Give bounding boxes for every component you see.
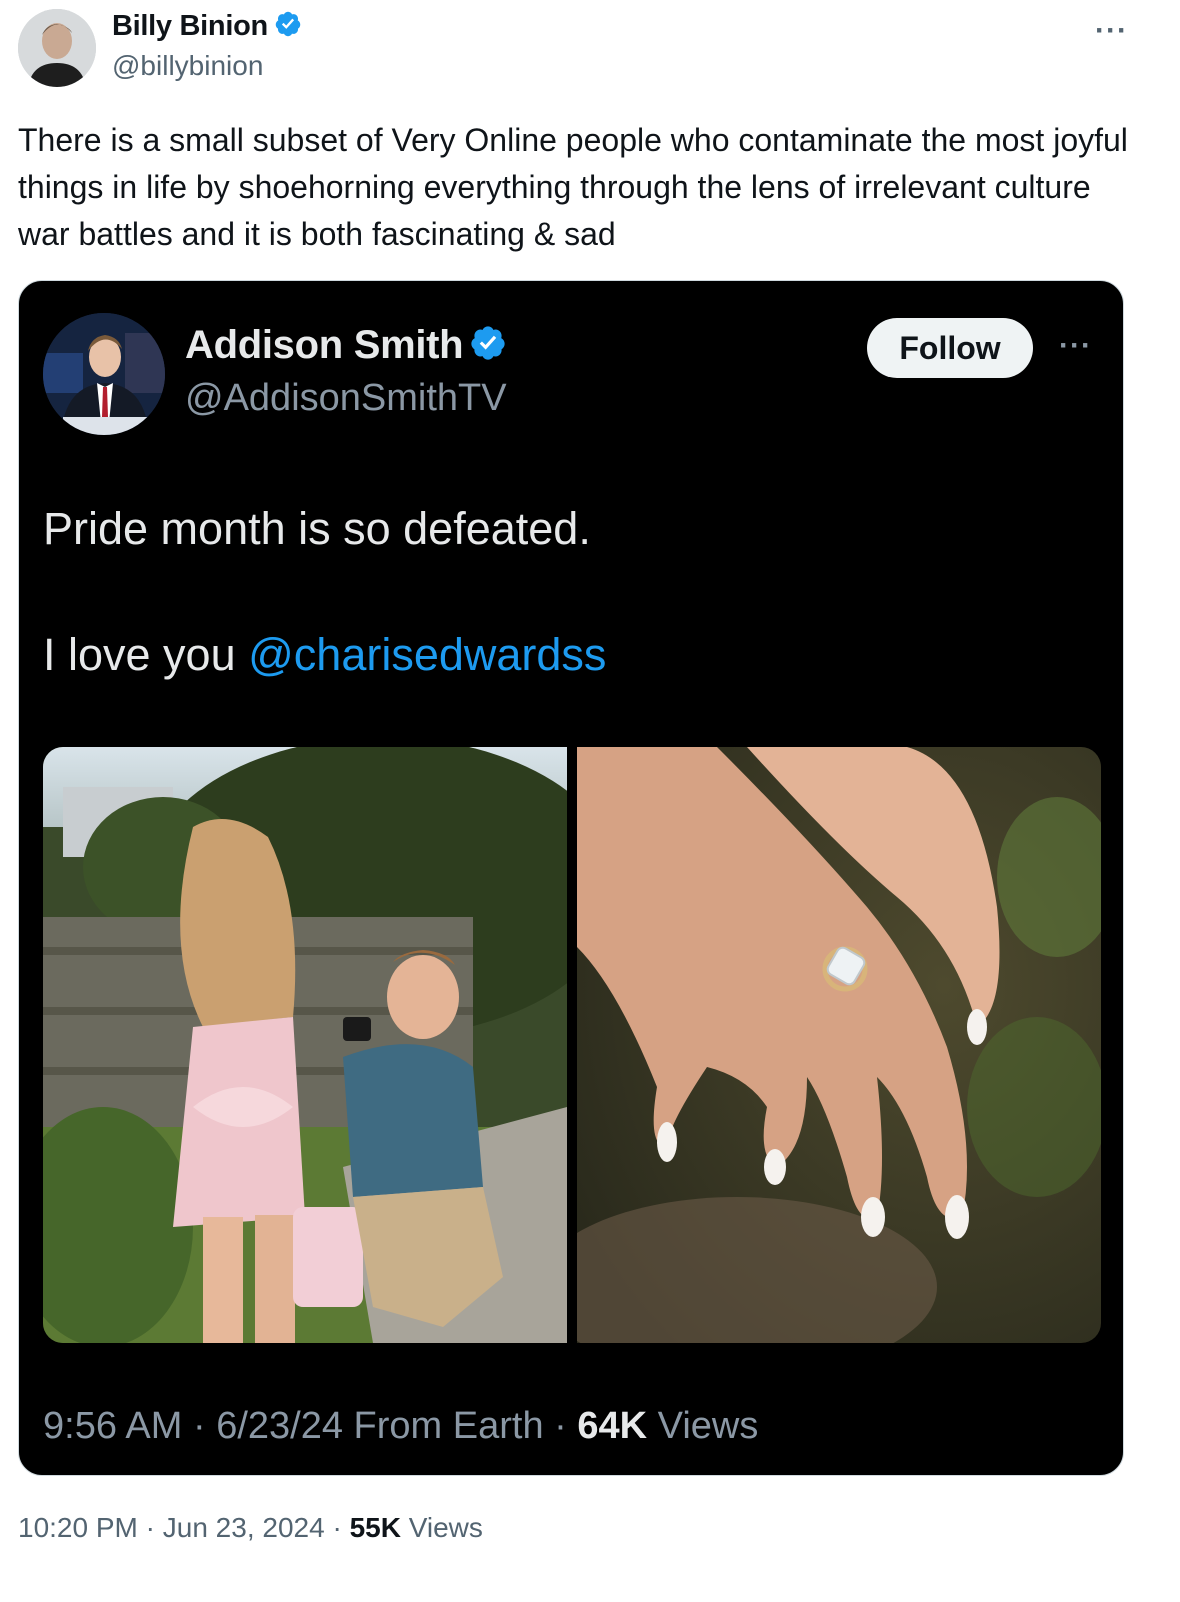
tweet-text: There is a small subset of Very Online p… [18, 122, 1128, 252]
tweet-views-count: 55K [349, 1512, 401, 1543]
author-name-row: Billy Binion [112, 10, 302, 43]
quoted-author-name[interactable]: Addison Smith [185, 323, 464, 368]
tweet-meta: 10:20 PM · Jun 23, 2024 · 55K Views [18, 1512, 483, 1544]
quoted-author-avatar[interactable] [43, 313, 165, 435]
ring-hands-photo[interactable] [577, 747, 1101, 1343]
quoted-tweet-views-label: Views [657, 1405, 759, 1447]
verified-badge-icon [469, 324, 507, 367]
quoted-tweet-time[interactable]: 9:56 AM [43, 1405, 182, 1447]
more-options-icon[interactable]: ··· [1095, 14, 1128, 48]
quoted-tweet-meta: 9:56 AM · 6/23/24 From Earth · 64K Views [43, 1405, 758, 1448]
quoted-author-handle[interactable]: @AddisonSmithTV [185, 377, 507, 420]
quoted-text-prefix: I love you [43, 629, 249, 680]
quoted-tweet-views-count: 64K [577, 1405, 648, 1447]
more-options-icon[interactable]: ··· [1059, 329, 1092, 363]
quoted-author-name-row: Addison Smith [185, 323, 507, 368]
quoted-tweet-date[interactable]: 6/23/24 From Earth [216, 1405, 543, 1447]
meta-separator: · [145, 1512, 155, 1543]
verified-badge-icon [274, 10, 302, 43]
meta-separator: · [554, 1405, 567, 1447]
author-name[interactable]: Billy Binion [112, 10, 268, 43]
quoted-text-line-1: Pride month is so defeated. [43, 503, 591, 554]
tweet-time[interactable]: 10:20 PM [18, 1512, 138, 1543]
tweet-views-label: Views [408, 1512, 483, 1543]
proposal-photo[interactable] [43, 747, 567, 1343]
quoted-text-line-2: I love you @charisedwardss [43, 629, 606, 681]
media-grid [43, 747, 1101, 1343]
author-avatar[interactable] [18, 9, 96, 87]
meta-separator: · [332, 1512, 342, 1543]
tweet-date[interactable]: Jun 23, 2024 [163, 1512, 325, 1543]
meta-separator: · [192, 1405, 206, 1447]
quoted-tweet-card[interactable]: Addison Smith @AddisonSmithTV Follow ···… [18, 280, 1124, 1476]
mention-link[interactable]: @charisedwardss [248, 629, 606, 680]
follow-button[interactable]: Follow [867, 318, 1033, 378]
author-handle[interactable]: @billybinion [112, 50, 263, 82]
